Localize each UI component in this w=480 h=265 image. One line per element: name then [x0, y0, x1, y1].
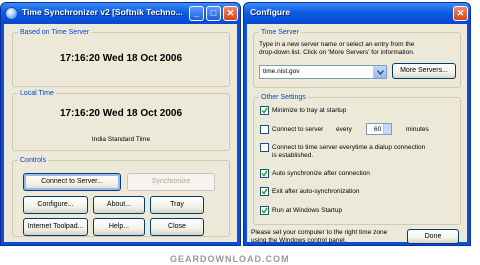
synchronize-button[interactable]: Synchronize — [127, 173, 215, 191]
configure-client: Time Server Type in a new server name or… — [247, 24, 467, 244]
watermark: GEARDOWNLOAD.COM — [170, 254, 290, 264]
configure-window-title: Configure — [250, 7, 291, 17]
connect-every-label: Connect to server — [272, 126, 324, 133]
every-label: every — [336, 126, 352, 133]
auto-sync-checkbox[interactable] — [260, 169, 269, 178]
exit-after-checkbox[interactable] — [260, 187, 269, 196]
controls-group: Controls Connect to Server... Synchroniz… — [12, 156, 230, 237]
server-time-group: Based on Time Server 17:16:20 Wed 18 Oct… — [12, 28, 230, 87]
window-client: Based on Time Server 17:16:20 Wed 18 Oct… — [4, 24, 237, 242]
time-server-group-label: Time Server — [259, 28, 301, 37]
minimize-button[interactable]: _ — [189, 6, 204, 21]
minutes-value: 60 — [374, 126, 382, 133]
dialup-checkbox[interactable] — [260, 143, 269, 152]
title-bar[interactable]: Time Synchronizer v2 [Softnik Techno... … — [1, 3, 240, 24]
exit-after-label: Exit after auto-synchronization — [272, 188, 360, 195]
instructions-line-1: Type in a new server name or select an e… — [259, 41, 415, 48]
footer-line-1: Please set your computer to the right ti… — [251, 229, 388, 236]
server-select[interactable]: time.nist.gov — [259, 65, 387, 79]
maximize-button[interactable]: □ — [206, 6, 221, 21]
configure-window: Configure ✕ Time Server Type in a new se… — [243, 2, 471, 246]
local-time-group: Local Time 17:16:20 Wed 18 Oct 2006 Indi… — [12, 89, 230, 151]
about-button[interactable]: About... — [93, 196, 145, 214]
minutes-spinner[interactable]: 60 — [366, 123, 392, 135]
close-window-button[interactable]: ✕ — [223, 6, 238, 21]
clock-app-icon — [5, 7, 18, 20]
internet-toolpad-button[interactable]: Internet Toolpad... — [23, 218, 88, 236]
help-button[interactable]: Help... — [93, 218, 145, 236]
server-time-group-label: Based on Time Server — [18, 28, 92, 37]
local-time-display: 17:16:20 Wed 18 Oct 2006 — [59, 108, 183, 119]
configure-title-bar[interactable]: Configure ✕ — [244, 3, 470, 24]
minimize-label: Minimize to tray at startup — [272, 107, 347, 114]
chevron-down-icon[interactable] — [373, 66, 386, 78]
controls-group-label: Controls — [18, 156, 49, 165]
time-server-group: Time Server Type in a new server name or… — [253, 28, 461, 88]
dialup-label-line-1: Connect to time server everytime a dialu… — [272, 144, 426, 151]
minimize-checkbox[interactable] — [260, 106, 269, 115]
minutes-label: minutes — [406, 126, 429, 133]
dialup-label-line-2: is established. — [272, 152, 314, 159]
server-time-display: 17:16:20 Wed 18 Oct 2006 — [59, 53, 183, 64]
auto-sync-label: Auto synchronize after connection — [272, 170, 370, 177]
server-select-value: time.nist.gov — [263, 68, 300, 75]
connect-every-checkbox[interactable] — [260, 125, 269, 134]
instructions-line-2: drop-down list. Click on 'More Servers' … — [259, 49, 415, 56]
spinner-arrows-icon[interactable] — [383, 124, 391, 134]
timezone-label: India Standard Time — [91, 136, 151, 143]
window-title: Time Synchronizer v2 [Softnik Techno... — [22, 7, 183, 17]
other-settings-group-label: Other Settings — [259, 93, 308, 102]
done-button[interactable]: Done — [407, 229, 459, 244]
footer-line-2: using the Windows control panel. — [251, 237, 347, 244]
configure-button[interactable]: Configure... — [23, 196, 88, 214]
configure-close-button[interactable]: ✕ — [453, 6, 468, 21]
other-settings-group: Other Settings Minimize to tray at start… — [253, 93, 461, 225]
local-time-group-label: Local Time — [18, 89, 56, 98]
tray-button[interactable]: Tray — [150, 196, 204, 214]
run-startup-label: Run at Windows Startup — [272, 207, 343, 214]
connect-to-server-button[interactable]: Connect to Server... — [23, 173, 121, 191]
more-servers-button[interactable]: More Servers... — [392, 63, 456, 79]
time-synchronizer-window: Time Synchronizer v2 [Softnik Techno... … — [0, 2, 241, 246]
close-button[interactable]: Close — [150, 218, 204, 236]
run-startup-checkbox[interactable] — [260, 206, 269, 215]
